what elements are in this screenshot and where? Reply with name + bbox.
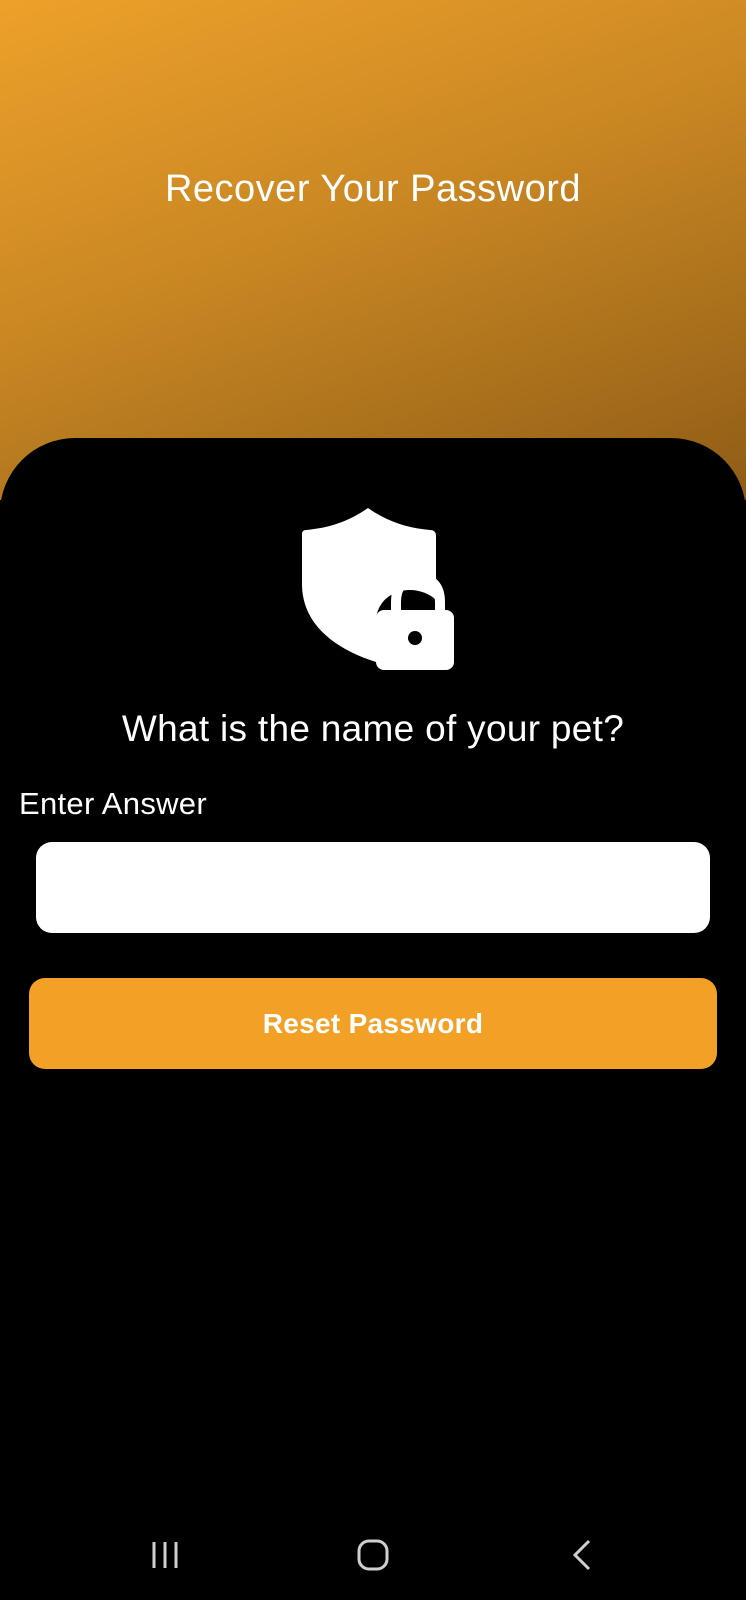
back-button[interactable] [543,1520,623,1590]
recent-apps-icon [152,1542,178,1568]
recent-apps-button[interactable] [125,1520,205,1590]
home-button[interactable] [333,1520,413,1590]
system-nav-bar [0,1500,746,1600]
shield-lock-icon [300,506,460,671]
page-title: Recover Your Password [164,168,582,210]
answer-input[interactable] [36,842,710,933]
recover-password-screen: Recover Your Password What is the name o… [0,0,746,1600]
home-icon [357,1539,389,1571]
back-icon [572,1539,591,1571]
header-banner: Recover Your Password [0,0,746,500]
answer-label: Enter Answer [19,786,207,821]
reset-password-button[interactable]: Reset Password [29,978,717,1069]
security-question: What is the name of your pet? [121,708,625,749]
